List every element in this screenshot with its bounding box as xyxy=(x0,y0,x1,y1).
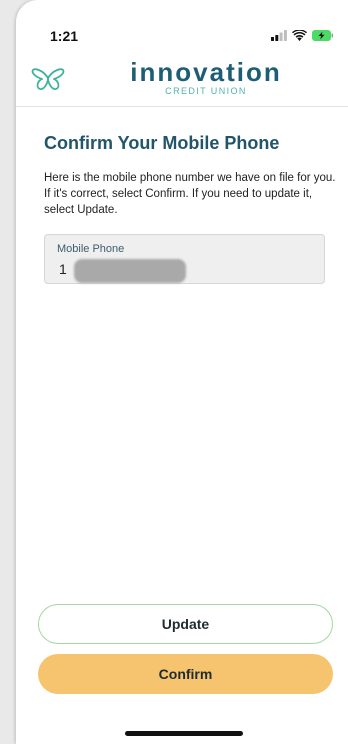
confirm-button[interactable]: Confirm xyxy=(38,654,333,694)
butterfly-icon xyxy=(30,64,66,99)
page-description: Here is the mobile phone number we have … xyxy=(44,172,336,216)
brand-name: innovation xyxy=(130,57,282,87)
app-screen: 1:21 innovation CREDIT UNION Confirm You… xyxy=(16,0,348,744)
mobile-phone-field[interactable]: Mobile Phone 1 xyxy=(44,234,325,284)
redacted-phone-number xyxy=(74,259,186,283)
battery-charging-icon xyxy=(312,28,334,46)
brand-logo: innovation CREDIT UNION xyxy=(116,58,296,96)
update-button[interactable]: Update xyxy=(38,604,333,644)
home-indicator[interactable] xyxy=(125,731,243,736)
app-header: innovation CREDIT UNION xyxy=(16,58,348,107)
status-time: 1:21 xyxy=(50,28,79,44)
wifi-icon xyxy=(292,28,307,46)
mobile-phone-value: 1 xyxy=(59,261,67,277)
status-bar: 1:21 xyxy=(16,0,348,58)
page-title: Confirm Your Mobile Phone xyxy=(44,133,280,153)
brand-subtitle: CREDIT UNION xyxy=(165,86,247,96)
status-icons xyxy=(271,28,334,46)
mobile-phone-label: Mobile Phone xyxy=(57,243,125,255)
signal-icon xyxy=(271,28,287,46)
